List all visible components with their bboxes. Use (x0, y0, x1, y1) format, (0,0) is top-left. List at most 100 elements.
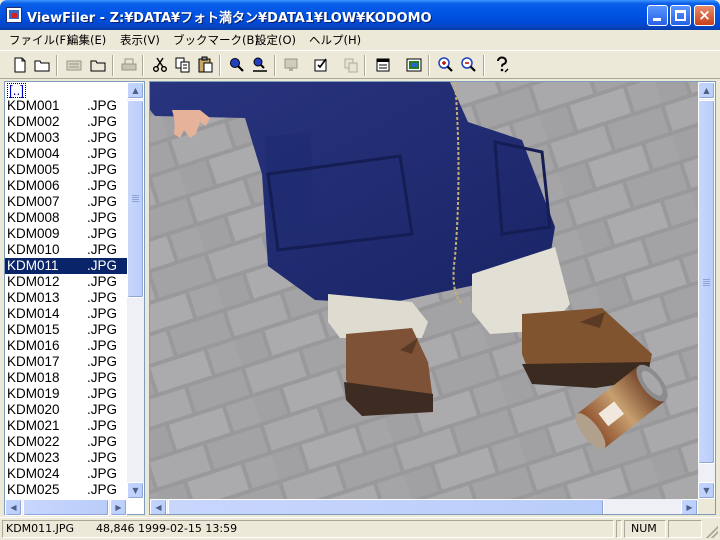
scroll-thumb[interactable] (23, 499, 109, 516)
scroll-up-button[interactable]: ▲ (127, 82, 144, 99)
file-list-panel[interactable]: [..] KDM001 .JPG KDM002 .JPG KDM003 .JPG KDM00… (4, 81, 145, 516)
file-list-item[interactable]: KDM001 .JPG (5, 98, 127, 114)
scroll-thumb[interactable] (127, 100, 144, 298)
zoom-out-button[interactable] (459, 55, 479, 75)
arrow-left-icon: ◀ (155, 503, 162, 512)
properties-button[interactable] (311, 55, 331, 75)
toolbar-separator (112, 55, 114, 76)
arrow-up-icon: ▲ (132, 86, 139, 95)
picture-button[interactable] (404, 55, 424, 75)
scroll-up-button[interactable]: ▲ (698, 82, 715, 99)
file-name: KDM011 (7, 258, 59, 273)
calendar-icon (376, 58, 390, 72)
file-name: KDM022 (7, 434, 60, 449)
scroll-thumb[interactable] (698, 100, 715, 464)
file-list-item[interactable]: KDM007 .JPG (5, 194, 127, 210)
close-button[interactable]: × (694, 5, 715, 26)
file-extension: .JPG (87, 274, 118, 289)
open-file-button[interactable] (32, 55, 52, 75)
paste-button[interactable] (196, 55, 216, 75)
file-list-item[interactable]: KDM006 .JPG (5, 178, 127, 194)
file-list-item[interactable]: KDM003 .JPG (5, 130, 127, 146)
scroll-left-button[interactable]: ◀ (150, 499, 167, 514)
file-list-item[interactable]: KDM016 .JPG (5, 338, 127, 354)
title-bar[interactable]: ViewFiler - Z:¥DATA¥フォト満タン¥DATA1¥LOW¥KOD… (0, 0, 720, 30)
image-preview-panel[interactable]: ▲ ▼ ◀ ▶ (149, 81, 716, 515)
menu-file[interactable]: ファイル(F) (9, 32, 71, 49)
menu-view[interactable]: 表示(V) (120, 32, 160, 49)
file-list-item[interactable]: KDM011 .JPG (5, 258, 127, 274)
list-view-button[interactable] (64, 55, 84, 75)
scroll-down-button[interactable]: ▼ (127, 482, 144, 499)
help-button[interactable] (492, 55, 512, 75)
file-list-item[interactable]: KDM010 .JPG (5, 242, 127, 258)
file-list-item[interactable]: KDM012 .JPG (5, 274, 127, 290)
file-list-item[interactable]: KDM019 .JPG (5, 386, 127, 402)
scroll-right-button[interactable]: ▶ (681, 499, 698, 514)
file-name: KDM005 (7, 162, 60, 177)
scroll-right-button[interactable]: ▶ (110, 499, 127, 516)
file-list-item[interactable]: KDM023 .JPG (5, 450, 127, 466)
menu-edit[interactable]: 編集(E) (67, 32, 106, 49)
file-name: KDM018 (7, 370, 60, 385)
maximize-button[interactable] (670, 5, 691, 26)
image-vertical-scrollbar[interactable]: ▲ ▼ (698, 82, 715, 499)
search-button[interactable] (227, 55, 247, 75)
calendar-button[interactable] (373, 55, 393, 75)
file-name: KDM004 (7, 146, 60, 161)
scroll-left-button[interactable]: ◀ (5, 499, 22, 516)
menu-bar: ファイル(F) 編集(E) 表示(V) ブックマーク(B) 設定(O) ヘルプ(… (0, 30, 720, 50)
file-list-item[interactable]: KDM008 .JPG (5, 210, 127, 226)
minimize-icon (653, 18, 661, 21)
file-list-item[interactable]: KDM022 .JPG (5, 434, 127, 450)
file-list-item[interactable]: KDM021 .JPG (5, 418, 127, 434)
image-horizontal-scrollbar[interactable]: ◀ ▶ (150, 499, 698, 514)
file-extension: .JPG (87, 194, 118, 209)
scroll-thumb[interactable] (168, 499, 604, 514)
find-next-button[interactable] (250, 55, 270, 75)
menu-settings[interactable]: 設定(O) (255, 32, 296, 49)
file-list-item[interactable]: KDM025 .JPG (5, 482, 127, 498)
file-list-item[interactable]: KDM024 .JPG (5, 466, 127, 482)
resize-grip-icon[interactable] (706, 526, 718, 538)
scroll-grip-icon (703, 279, 710, 280)
app-icon[interactable] (6, 7, 22, 23)
file-extension: .JPG (87, 386, 118, 401)
file-list-item[interactable]: KDM004 .JPG (5, 146, 127, 162)
maximize-icon (675, 10, 686, 21)
parent-directory-item[interactable]: [..] (5, 82, 127, 98)
new-file-icon (14, 57, 26, 73)
monitor-button[interactable] (281, 55, 301, 75)
toolbar-separator (483, 55, 485, 76)
copy-button[interactable] (173, 55, 193, 75)
file-list-item[interactable]: KDM013 .JPG (5, 290, 127, 306)
file-list-item[interactable]: KDM005 .JPG (5, 162, 127, 178)
duplicate-icon (344, 58, 358, 73)
scroll-down-button[interactable]: ▼ (698, 482, 715, 499)
file-list-item[interactable]: KDM017 .JPG (5, 354, 127, 370)
menu-help[interactable]: ヘルプ(H) (309, 32, 361, 49)
file-list-horizontal-scrollbar[interactable]: ◀ ▶ (5, 499, 127, 516)
menu-bookmark[interactable]: ブックマーク(B) (173, 32, 259, 49)
file-list-item[interactable]: KDM018 .JPG (5, 370, 127, 386)
status-divider (616, 520, 622, 538)
file-list[interactable]: [..] KDM001 .JPG KDM002 .JPG KDM003 .JPG KDM00… (5, 82, 127, 499)
duplicate-button[interactable] (341, 55, 361, 75)
file-extension: .JPG (87, 434, 118, 449)
window-title: ViewFiler - Z:¥DATA¥フォト満タン¥DATA1¥LOW¥KOD… (27, 11, 432, 26)
file-list-item[interactable]: KDM009 .JPG (5, 226, 127, 242)
file-list-item[interactable]: KDM002 .JPG (5, 114, 127, 130)
file-list-item[interactable]: KDM015 .JPG (5, 322, 127, 338)
file-list-item[interactable]: KDM014 .JPG (5, 306, 127, 322)
print-button[interactable] (119, 55, 139, 75)
folder-button[interactable] (88, 55, 108, 75)
minimize-button[interactable] (647, 5, 668, 26)
cut-button[interactable] (150, 55, 170, 75)
file-list-item[interactable]: KDM020 .JPG (5, 402, 127, 418)
arrow-right-icon: ▶ (115, 503, 122, 512)
new-file-button[interactable] (10, 55, 30, 75)
status-file-info: 48,846 1999-02-15 13:59 (96, 522, 238, 535)
file-name: KDM009 (7, 226, 60, 241)
zoom-in-button[interactable] (436, 55, 456, 75)
file-list-vertical-scrollbar[interactable]: ▲ ▼ (127, 82, 144, 499)
